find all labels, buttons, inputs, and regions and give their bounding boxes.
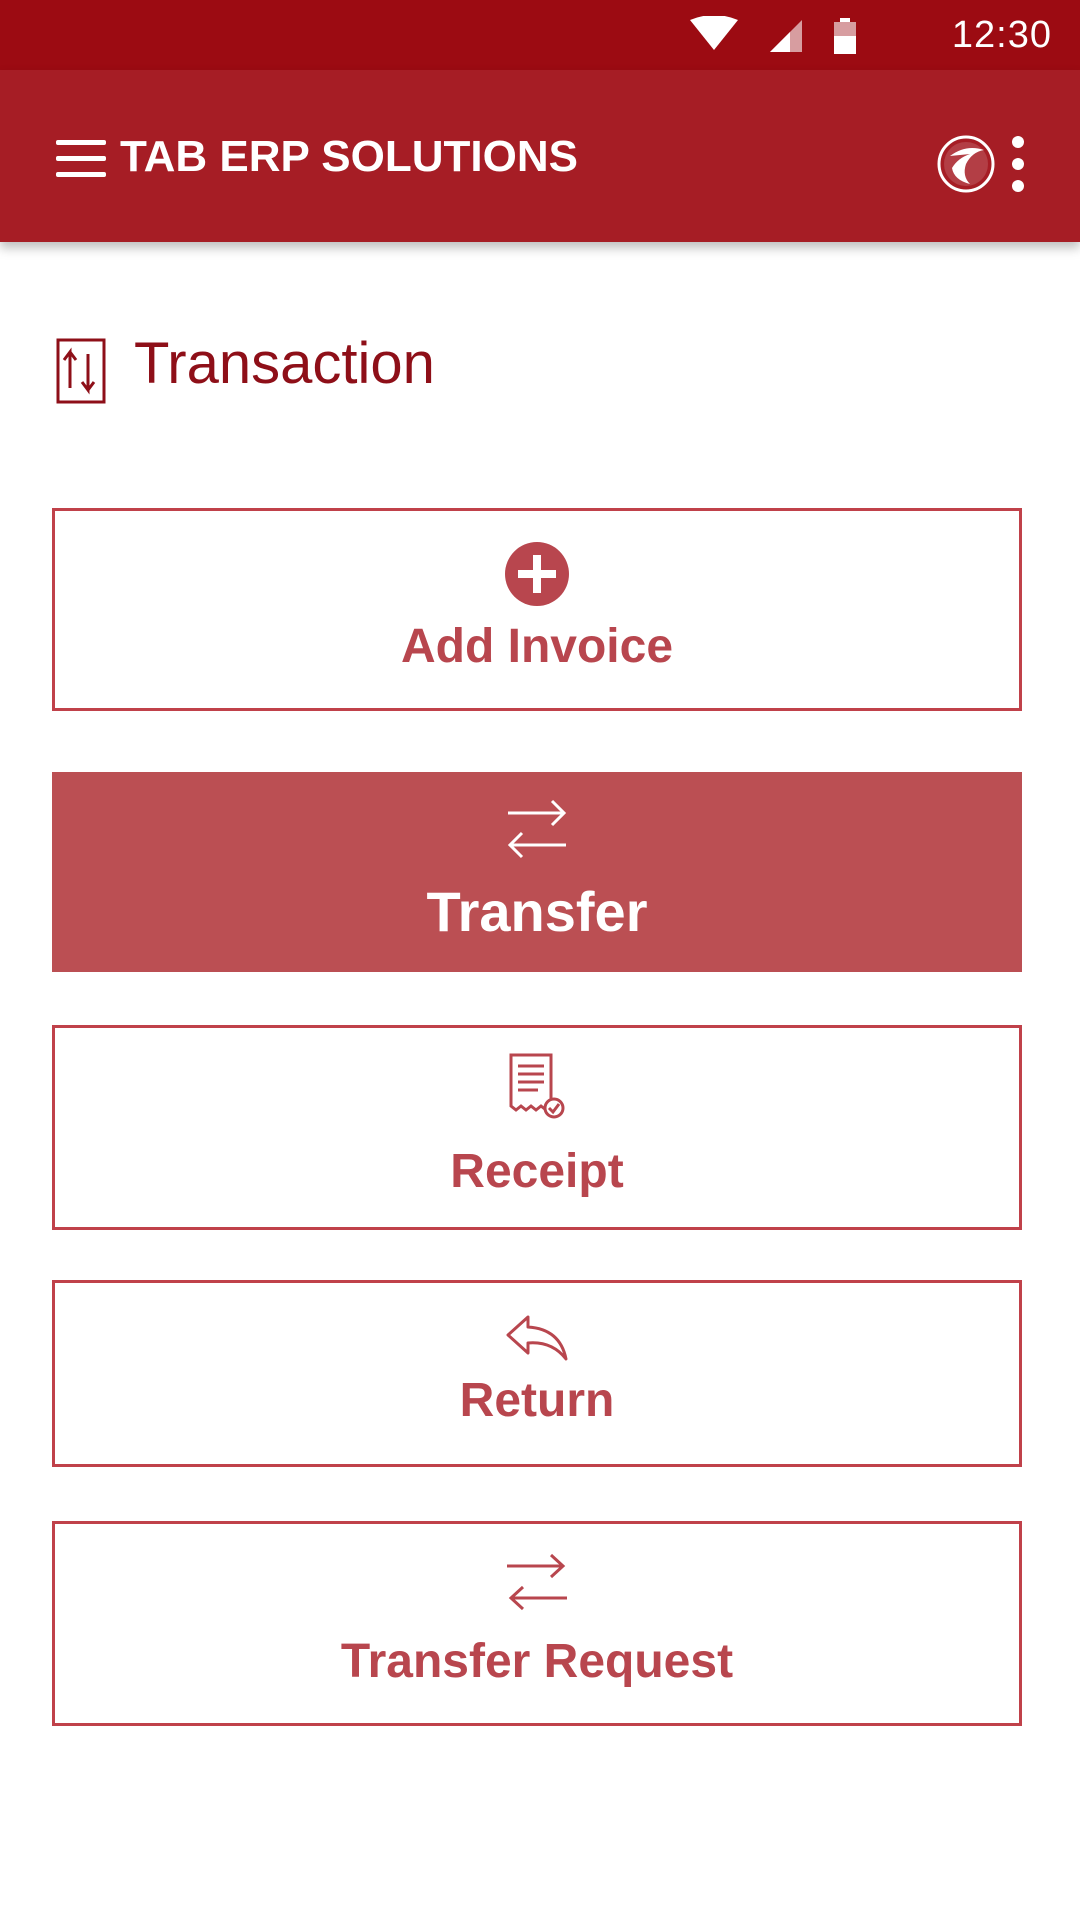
return-button[interactable]: Return xyxy=(52,1280,1022,1467)
status-time: 12:30 xyxy=(951,14,1052,56)
add-invoice-button[interactable]: Add Invoice xyxy=(52,508,1022,711)
swap-arrows-icon xyxy=(507,799,567,859)
signal-icon xyxy=(770,20,802,52)
transfer-label: Transfer xyxy=(426,880,648,943)
app-bar: TAB ERP SOLUTIONS xyxy=(0,70,1080,242)
status-bar: 12:30 xyxy=(0,0,1080,70)
menu-icon[interactable] xyxy=(56,140,106,180)
section-title: Transaction xyxy=(134,331,435,396)
battery-icon xyxy=(834,18,856,54)
status-icons xyxy=(690,16,856,54)
plus-circle-icon xyxy=(505,542,569,606)
add-invoice-label: Add Invoice xyxy=(400,620,674,673)
more-options-icon[interactable] xyxy=(1006,136,1030,192)
transaction-icon xyxy=(56,338,106,404)
return-label: Return xyxy=(459,1374,615,1427)
transfer-request-button[interactable]: Transfer Request xyxy=(52,1521,1022,1726)
reply-icon xyxy=(506,1315,568,1361)
logo-icon[interactable] xyxy=(936,134,996,194)
transfer-button[interactable]: Transfer xyxy=(52,772,1022,972)
swap-arrows-icon xyxy=(507,1553,567,1611)
receipt-label: Receipt xyxy=(450,1145,624,1198)
transfer-request-label: Transfer Request xyxy=(340,1635,734,1688)
wifi-icon xyxy=(690,16,738,50)
receipt-icon xyxy=(509,1053,565,1119)
receipt-button[interactable]: Receipt xyxy=(52,1025,1022,1230)
app-title: TAB ERP SOLUTIONS xyxy=(120,132,578,181)
